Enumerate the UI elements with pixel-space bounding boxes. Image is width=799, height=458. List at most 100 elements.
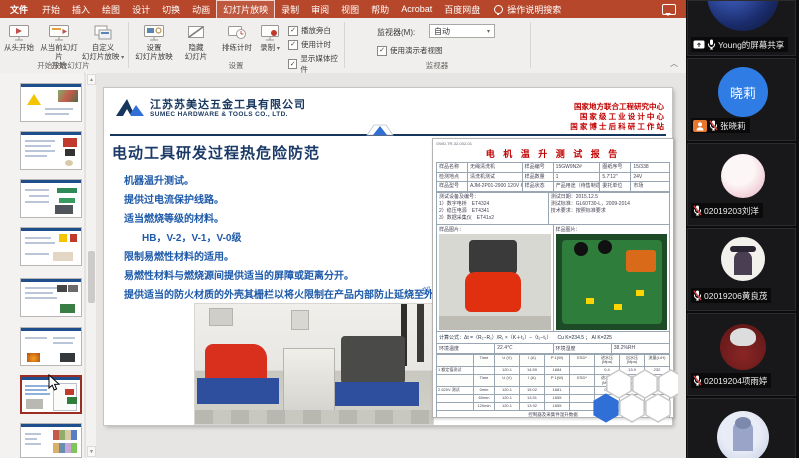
meeting-sidebar: Young的屏幕共享 晓莉 张晓莉 02019203刘洋	[686, 0, 799, 458]
group-label-monitors: 监视器	[347, 60, 527, 71]
use-presenter-view-checkbox[interactable]: 使用演示者视图	[377, 45, 443, 56]
tab-home[interactable]: 开始	[36, 1, 66, 18]
report-cell: I (A)	[520, 375, 545, 387]
participant-tile-xiangyuting[interactable]: 02019204项雨婷	[687, 313, 796, 396]
tab-record[interactable]: 录制	[275, 1, 305, 18]
thumbnail-art	[58, 90, 78, 102]
gov-line: 国 家 级 工 业 设 计 中 心	[570, 112, 664, 122]
tab-review[interactable]: 审阅	[305, 1, 335, 18]
sample-photo-left: 样品图片：	[437, 225, 554, 331]
monitor-label: 监视器(M):	[377, 27, 415, 38]
from-beginning-button[interactable]: 从头开始	[0, 21, 38, 52]
tab-baidu-pan[interactable]: 百度网盘	[438, 1, 486, 18]
report-cell: 产品用途（待售制造）	[554, 182, 601, 191]
ribbon-separator	[530, 22, 531, 68]
avatar: 晓莉	[718, 67, 768, 117]
report-cell: 1 额定值测试	[437, 367, 474, 374]
slide-thumbnail-8[interactable]	[20, 423, 82, 458]
thumbnail-art	[21, 180, 81, 183]
slide[interactable]: 江苏苏美达五金工具有限公司 SUMEC HARDWARE & TOOLS CO.…	[104, 88, 672, 425]
hide-slide-button[interactable]: 隐藏 幻灯片	[178, 21, 214, 61]
scroll-down-button[interactable]: ▼	[87, 446, 96, 457]
monitor-slide-icon	[48, 24, 70, 42]
button-label: 从当前幻灯片	[38, 43, 80, 61]
rehearse-timings-button[interactable]: 排练计时	[218, 21, 256, 52]
thumbnail-art	[26, 399, 43, 409]
slide-thumbnail-6[interactable]	[20, 327, 82, 366]
monitor-play-icon	[8, 24, 30, 42]
tab-file[interactable]: 文件	[2, 1, 36, 18]
thumbnail-art	[21, 132, 81, 135]
photo-art	[614, 304, 622, 310]
tab-slideshow-active[interactable]: 幻灯片放映	[216, 0, 275, 19]
mic-muted-icon	[693, 290, 702, 301]
participant-tile-huangliangmao[interactable]: 02019206黄良茂	[687, 228, 796, 311]
tab-help[interactable]: 帮助	[365, 1, 395, 18]
report-cell: 120.1	[495, 387, 520, 394]
thumbnail-art	[25, 443, 41, 445]
thumbnail-art	[67, 397, 77, 404]
report-cell: 无绳清洗机	[468, 163, 523, 172]
use-timings-checkbox[interactable]: 使用计时	[288, 39, 331, 50]
tab-draw[interactable]: 绘图	[96, 1, 126, 18]
thumbnail-art	[25, 242, 55, 244]
thumbnail-art	[25, 393, 50, 395]
mic-on-icon	[707, 39, 716, 50]
body-line: 限制易燃性材料的适用。	[124, 248, 454, 267]
tell-me-search[interactable]: 操作说明搜索	[494, 3, 561, 16]
slide-thumbnail-4[interactable]	[20, 227, 82, 266]
record-button[interactable]: 录制	[256, 21, 284, 53]
thumbnail-art	[53, 252, 73, 261]
slide-thumbnail-1[interactable]	[20, 83, 82, 122]
slide-thumbnail-5[interactable]	[20, 278, 82, 317]
record-icon	[260, 24, 280, 42]
monitor-dropdown[interactable]: 自动	[429, 24, 495, 38]
thumbnail-art	[21, 279, 81, 282]
powerpoint-window: 文件 开始 插入 绘图 设计 切换 动画 幻灯片放映 录制 审阅 视图 帮助 A…	[0, 0, 686, 458]
button-label: 从头开始	[4, 43, 34, 52]
blue-stamp-mark: 部	[421, 283, 432, 297]
comments-icon[interactable]	[662, 4, 676, 15]
report-cell: 样品数量	[523, 173, 554, 182]
tab-animations[interactable]: 动画	[186, 1, 216, 18]
tab-transitions[interactable]: 切换	[156, 1, 186, 18]
play-narrations-checkbox[interactable]: 播放旁白	[288, 25, 331, 36]
thumbnail-panel	[0, 73, 84, 458]
thumbnail-art	[25, 140, 55, 142]
photo-art	[291, 310, 309, 330]
thumbnail-art	[21, 84, 81, 87]
photo-art	[598, 240, 612, 254]
report-cell: 市场	[631, 182, 670, 191]
custom-slideshow-button[interactable]: 自定义 幻灯片放映	[80, 21, 126, 62]
participant-tile-zhangxiaoli[interactable]: 晓莉 张晓莉	[687, 58, 796, 141]
ribbon-separator	[344, 22, 345, 68]
participant-tile-young[interactable]: Young的屏幕共享	[687, 0, 796, 56]
report-cell: 1	[554, 173, 601, 182]
mic-muted-icon	[709, 120, 718, 131]
thumbnail-art	[25, 155, 47, 157]
tab-insert[interactable]: 插入	[66, 1, 96, 18]
photo-art	[469, 240, 517, 274]
slide-body: 机器温升测试。 提供过电流保护线路。 适当燃烧等级的材料。 HB，V-2，V-1…	[124, 172, 454, 305]
avatar	[721, 237, 765, 281]
slide-thumbnail-3[interactable]	[20, 179, 82, 218]
scroll-up-button[interactable]: ▲	[87, 74, 96, 85]
collapse-ribbon-button[interactable]	[670, 58, 678, 69]
report-sample-photos: 样品图片： 样品图片：	[436, 224, 670, 332]
setup-slideshow-button[interactable]: 设置 幻灯片放映	[132, 21, 176, 61]
tab-view[interactable]: 视图	[335, 1, 365, 18]
participant-tile-bottom[interactable]	[687, 398, 796, 458]
participant-name: 02019206黄良茂	[704, 290, 767, 302]
scrollbar-thumb[interactable]	[88, 251, 95, 303]
report-cell: 120.1	[495, 367, 520, 374]
participant-tile-liuyang[interactable]: 02019203刘洋	[687, 143, 796, 226]
tab-acrobat[interactable]: Acrobat	[395, 2, 438, 16]
avatar	[707, 0, 779, 31]
checkbox-icon	[288, 26, 298, 36]
thumbnail-art	[21, 228, 81, 231]
person-icon	[693, 120, 707, 132]
tab-design[interactable]: 设计	[126, 1, 156, 18]
thumbnail-art	[53, 342, 73, 344]
slide-thumbnail-2[interactable]	[20, 131, 82, 170]
report-info-row: 样品型号AJM-2P01-2900 120V 60Hz 1430W样品状态产品用…	[436, 181, 670, 192]
